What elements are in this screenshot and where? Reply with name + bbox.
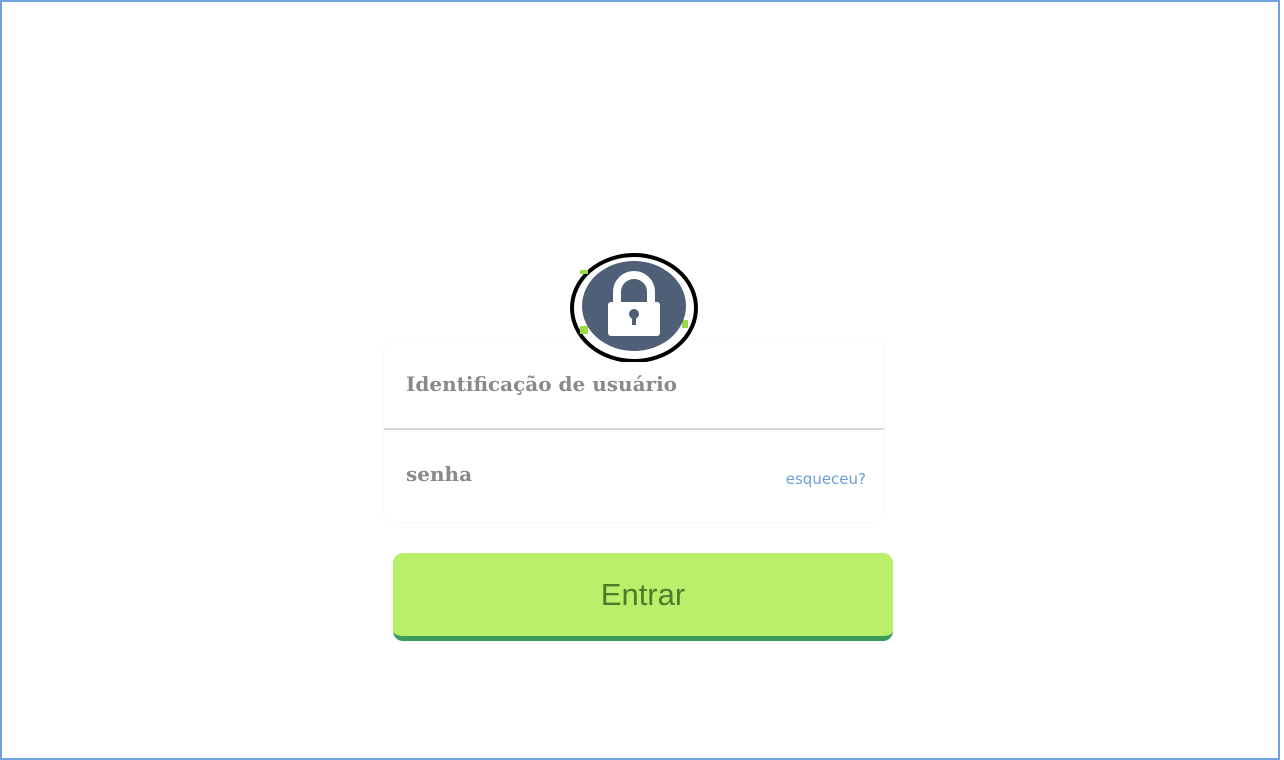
page-frame: esqueceu? Entrar xyxy=(0,0,1280,760)
username-input[interactable] xyxy=(406,366,766,402)
forgot-password-link[interactable]: esqueceu? xyxy=(786,470,866,488)
login-card: esqueceu? xyxy=(384,340,884,522)
submit-button[interactable]: Entrar xyxy=(393,553,893,641)
password-field-container: esqueceu? xyxy=(384,432,884,522)
password-input[interactable] xyxy=(406,456,766,492)
lock-icon xyxy=(570,252,698,363)
